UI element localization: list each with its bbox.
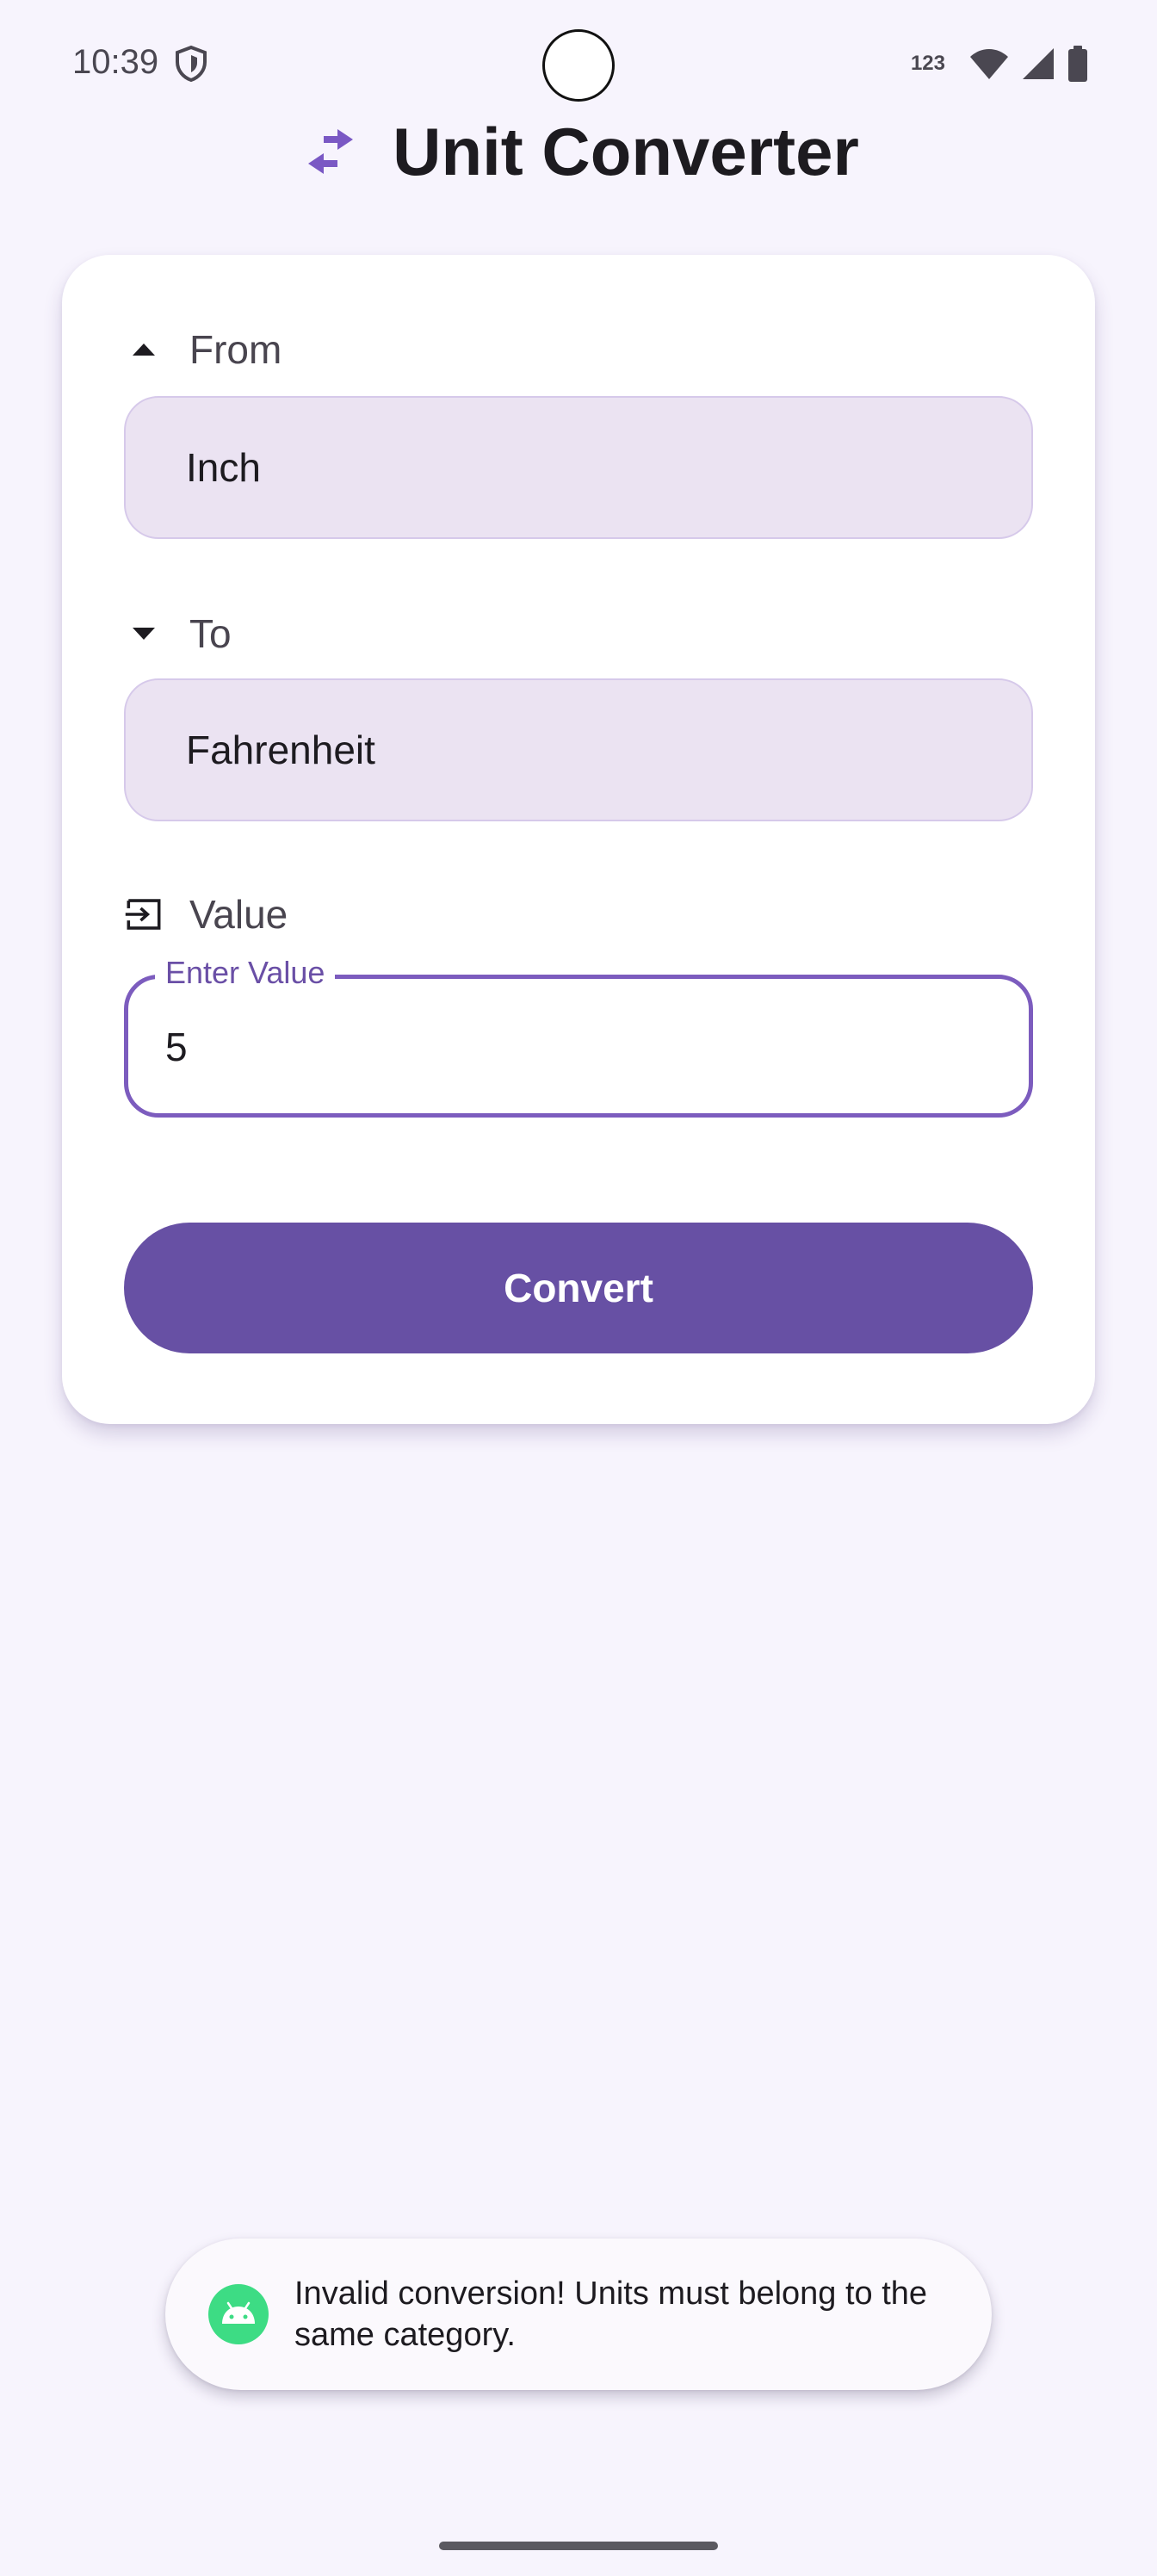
status-time: 10:39 [72,43,159,81]
value-input[interactable] [164,975,993,1119]
shield-icon [176,45,207,83]
network-type-label: 123 [910,52,945,75]
convert-button[interactable]: Convert [124,1223,1033,1353]
value-input-container: Enter Value [124,954,1033,1119]
converter-card: From Inch To Fahrenheit Value Enter Valu… [62,255,1095,1424]
value-label: Value [189,892,288,937]
camera-cutout [542,29,615,102]
toast-message: Invalid conversion! Units must belong to… [294,2276,928,2353]
wifi-icon [970,49,1008,79]
home-indicator[interactable] [439,2542,718,2550]
to-label-row: To [124,608,232,659]
page-title: Unit Converter [393,113,859,189]
arrow-up-icon [124,330,164,369]
signal-icon [1023,48,1054,79]
arrow-down-icon [124,614,164,653]
from-unit-select[interactable]: Inch [124,396,1033,539]
to-label: To [189,611,232,656]
value-label-row: Value [124,889,288,940]
toast: Invalid conversion! Units must belong to… [165,2239,992,2390]
to-unit-select[interactable]: Fahrenheit [124,678,1033,821]
android-icon [208,2284,269,2344]
battery-icon [1068,46,1087,82]
from-label: From [189,327,282,372]
swap-arrows-icon [308,129,354,174]
input-icon [124,895,164,934]
status-icons: 123 [911,45,1088,83]
from-label-row: From [124,324,282,375]
app-header: Unit Converter [0,110,1157,193]
